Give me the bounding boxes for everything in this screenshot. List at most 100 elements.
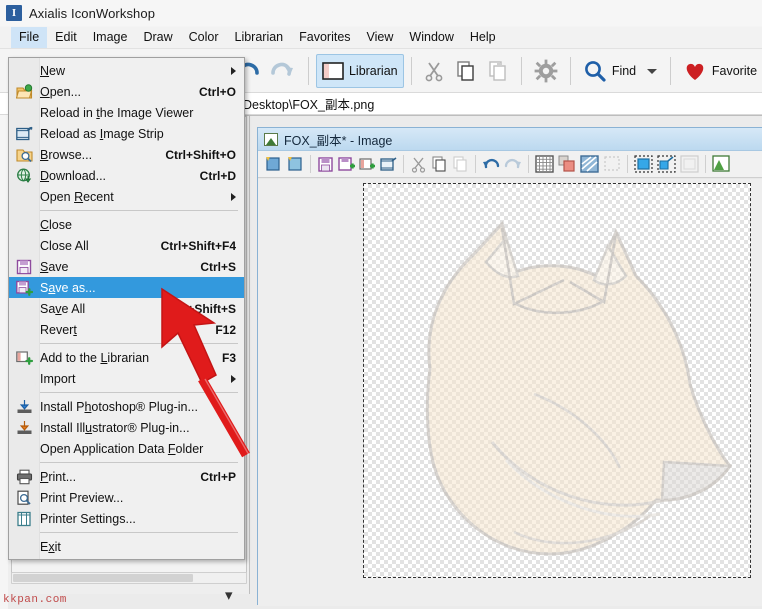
image-strip-icon[interactable] xyxy=(380,156,397,173)
librarian-pane-hscrollbar[interactable] xyxy=(11,572,247,584)
copy-icon xyxy=(455,60,477,82)
save-icon[interactable] xyxy=(317,156,334,173)
librarian-button[interactable]: Librarian xyxy=(315,53,404,88)
find-dropdown-button[interactable] xyxy=(641,54,663,88)
add-to-librarian-icon[interactable] xyxy=(359,156,376,173)
copy-button[interactable] xyxy=(450,54,482,88)
menu-item-save[interactable]: Save Ctrl+S xyxy=(9,256,244,277)
find-label: Find xyxy=(611,63,637,78)
menubar-item-edit[interactable]: Edit xyxy=(47,27,85,48)
menu-item-open[interactable]: Open... Ctrl+O xyxy=(9,81,244,102)
chevron-down-icon xyxy=(646,66,658,76)
menubar-item-file[interactable]: File xyxy=(11,27,48,48)
menu-item-label: New xyxy=(40,63,66,78)
cut-button[interactable] xyxy=(418,54,450,88)
menu-item-printer-settings[interactable]: Printer Settings... xyxy=(9,508,244,529)
scrollbar-thumb[interactable] xyxy=(13,574,193,582)
image-window-toolbar xyxy=(258,151,762,178)
app-title: Axialis IconWorkshop xyxy=(29,5,156,21)
toolbar-separator-2 xyxy=(308,56,309,85)
select-move-icon[interactable] xyxy=(657,155,676,173)
menu-item-label: Download... xyxy=(40,168,107,183)
title-bar: I Axialis IconWorkshop xyxy=(0,0,762,26)
menubar-item-librarian[interactable]: Librarian xyxy=(227,27,292,48)
menu-item-print[interactable]: Print... Ctrl+P xyxy=(9,466,244,487)
submenu-arrow-icon xyxy=(231,374,236,383)
cut-icon[interactable] xyxy=(410,156,427,173)
menu-item-print-preview[interactable]: Print Preview... xyxy=(9,487,244,508)
menu-item-browse[interactable]: Browse... Ctrl+Shift+O xyxy=(9,144,244,165)
image-toolbar-separator-4 xyxy=(528,155,529,173)
layers-icon[interactable] xyxy=(558,155,576,173)
menubar-item-image[interactable]: Image xyxy=(85,27,136,48)
menu-item-label: Open... xyxy=(40,84,82,99)
menubar-item-view[interactable]: View xyxy=(359,27,402,48)
menu-item-add-to-the-librarian[interactable]: Add to the Librarian F3 xyxy=(9,347,244,368)
image-toolbar-separator-5 xyxy=(627,155,628,173)
menubar-item-window[interactable]: Window xyxy=(401,27,461,48)
new-image-icon[interactable] xyxy=(264,155,282,173)
new-image-from-icon[interactable] xyxy=(286,155,304,173)
menu-item-import[interactable]: Import xyxy=(9,368,244,389)
menu-item-install-photoshop-plug-in[interactable]: Install Photoshop® Plug-in... xyxy=(9,396,244,417)
menu-item-label: Import xyxy=(40,371,76,386)
menu-item-label: Reload in the Image Viewer xyxy=(40,105,194,120)
find-button[interactable]: Find xyxy=(578,54,641,88)
menubar-item-favorites[interactable]: Favorites xyxy=(291,27,358,48)
select-rect-icon[interactable] xyxy=(634,155,653,173)
menu-item-label: Print... xyxy=(40,469,77,484)
copy-icon[interactable] xyxy=(431,155,448,173)
menu-item-download[interactable]: Download... Ctrl+D xyxy=(9,165,244,186)
menu-item-label: Save as... xyxy=(40,280,96,295)
toolbar-separator-3 xyxy=(410,56,412,85)
menu-item-install-illustrator-plug-in[interactable]: Install Illustrator® Plug-in... xyxy=(9,417,244,438)
download-globe-icon xyxy=(15,167,33,184)
save-as-icon[interactable] xyxy=(338,156,355,173)
image-toolbar-separator-2 xyxy=(403,155,404,173)
librarian-icon xyxy=(322,61,344,81)
favorite-label: Favorite xyxy=(711,63,758,78)
cut-icon xyxy=(423,60,445,82)
menubar-item-draw[interactable]: Draw xyxy=(135,27,180,48)
file-menu-dropdown: New Open... Ctrl+O Reload in the Image View… xyxy=(8,57,245,560)
scroll-down-chevron[interactable]: ▾ xyxy=(225,586,233,604)
printer-icon xyxy=(15,468,33,485)
menu-bar: File Edit Image Draw Color Librarian Fav… xyxy=(0,27,762,49)
undo-icon[interactable] xyxy=(482,156,500,172)
paste-icon[interactable] xyxy=(452,155,469,173)
menu-item-new[interactable]: New xyxy=(9,60,244,81)
menu-item-open-application-data-folder[interactable]: Open Application Data Folder xyxy=(9,438,244,459)
redo-icon[interactable] xyxy=(504,156,522,172)
file-path-text: Desktop\FOX_副本.png xyxy=(243,98,375,112)
grid-icon[interactable] xyxy=(535,155,554,173)
image-canvas-scroll-area[interactable] xyxy=(258,179,762,606)
app-logo-icon: I xyxy=(6,5,22,21)
favorite-button[interactable]: Favorite xyxy=(678,54,762,88)
image-canvas[interactable] xyxy=(363,183,751,578)
settings-button[interactable] xyxy=(529,54,563,88)
menubar-item-color[interactable]: Color xyxy=(181,27,227,48)
menu-item-reload-as-image-strip[interactable]: Reload as Image Strip xyxy=(9,123,244,144)
menubar-item-help[interactable]: Help xyxy=(462,27,504,48)
toolbar-separator-6 xyxy=(670,56,671,85)
redo-button[interactable] xyxy=(265,54,301,88)
paste-button[interactable] xyxy=(482,54,514,88)
menu-item-save-all[interactable]: Save All Ctrl+Shift+S xyxy=(9,298,244,319)
menu-item-exit[interactable]: Exit xyxy=(9,536,244,557)
image-toolbar-separator-6 xyxy=(705,155,706,173)
menu-item-revert[interactable]: Revert F12 xyxy=(9,319,244,340)
application-window: I Axialis IconWorkshop File Edit Image D… xyxy=(0,0,762,609)
left-gutter-strip xyxy=(0,115,8,609)
transparency-icon[interactable] xyxy=(580,155,599,173)
image-window-title: FOX_副本* - Image xyxy=(284,133,393,148)
menu-item-close[interactable]: Close xyxy=(9,214,244,235)
menu-item-close-all[interactable]: Close All Ctrl+Shift+F4 xyxy=(9,235,244,256)
menu-item-label: Install Illustrator® Plug-in... xyxy=(40,420,190,435)
image-thumb-icon[interactable] xyxy=(712,155,730,173)
menu-item-reload-in-the-image-viewer[interactable]: Reload in the Image Viewer xyxy=(9,102,244,123)
menu-item-shortcut: F3 xyxy=(221,350,236,365)
menu-item-open-recent[interactable]: Open Recent xyxy=(9,186,244,207)
menu-item-label: Reload as Image Strip xyxy=(40,126,164,141)
menu-item-shortcut: Ctrl+Shift+S xyxy=(166,301,236,316)
menu-item-save-as[interactable]: Save as... xyxy=(9,277,244,298)
